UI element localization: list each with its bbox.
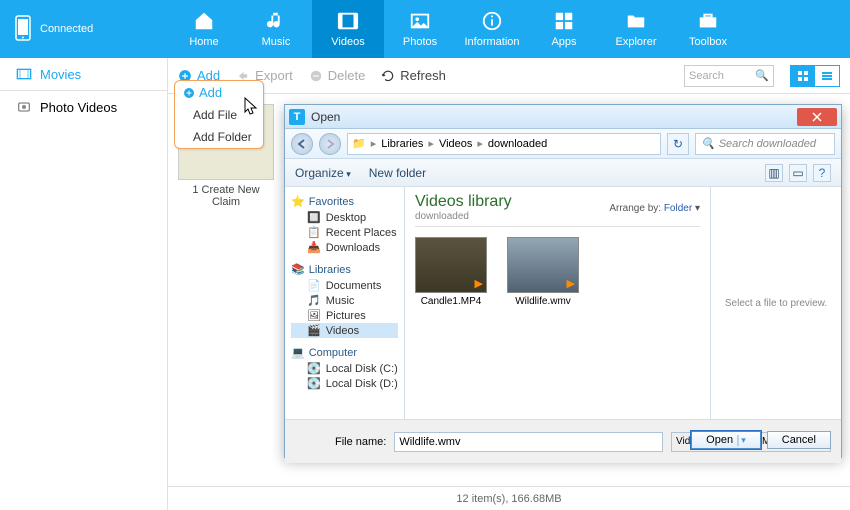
device-status: Connected (40, 23, 93, 35)
tree-desktop[interactable]: 🔲 Desktop (291, 210, 398, 225)
sidebar-item-movies[interactable]: Movies (0, 58, 167, 91)
thumbnail-caption: 1 Create New Claim (178, 184, 274, 208)
file-item[interactable]: Candle1.MP4 (415, 237, 487, 307)
close-button[interactable] (797, 108, 837, 126)
breadcrumb[interactable]: 📁▸ Libraries▸ Videos▸ downloaded (347, 133, 661, 155)
nav-home[interactable]: Home (168, 0, 240, 58)
preview-pane-button[interactable]: ▭ (789, 164, 807, 182)
libraries-header[interactable]: 📚 Libraries (291, 263, 398, 276)
nav-videos[interactable]: Videos (312, 0, 384, 58)
tree-music[interactable]: 🎵 Music (291, 293, 398, 308)
dialog-tree: ⭐ Favorites 🔲 Desktop 📋 Recent Places 📥 … (285, 187, 405, 419)
refresh-button[interactable]: Refresh (381, 68, 446, 83)
new-folder-button[interactable]: New folder (369, 166, 426, 180)
filename-label: File name: (335, 436, 386, 448)
file-name: Wildlife.wmv (507, 296, 579, 307)
status-bar: 12 item(s), 166.68MB (168, 486, 850, 510)
file-item[interactable]: Wildlife.wmv (507, 237, 579, 307)
view-grid-button[interactable] (791, 66, 815, 86)
refresh-button[interactable]: ↻ (667, 133, 689, 155)
dialog-title: Open (311, 110, 340, 124)
file-open-dialog: T Open 📁▸ Libraries▸ Videos▸ downloaded … (284, 104, 842, 458)
device-status-panel: Connected (0, 0, 168, 58)
search-input[interactable]: Search🔍 (684, 65, 774, 87)
add-folder-item[interactable]: Add Folder (175, 126, 263, 148)
back-button[interactable] (291, 133, 313, 155)
tree-disk-d[interactable]: 💽 Local Disk (D:) (291, 376, 398, 391)
tree-disk-c[interactable]: 💽 Local Disk (C:) (291, 361, 398, 376)
cursor-icon (244, 97, 258, 115)
action-toolbar: Add Export Delete Refresh Search🔍 (168, 58, 850, 94)
nav-information[interactable]: Information (456, 0, 528, 58)
dialog-title-bar: T Open (285, 105, 841, 129)
tree-recent[interactable]: 📋 Recent Places (291, 225, 398, 240)
tree-pictures[interactable]: 🖼 Pictures (291, 308, 398, 323)
view-options-button[interactable]: ▥ (765, 164, 783, 182)
open-button[interactable]: Open (691, 431, 761, 449)
view-list-button[interactable] (815, 66, 839, 86)
computer-header[interactable]: 💻 Computer (291, 346, 398, 359)
preview-pane: Select a file to preview. (711, 187, 841, 419)
app-icon: T (289, 109, 305, 125)
nav-music[interactable]: Music (240, 0, 312, 58)
forward-button[interactable] (319, 133, 341, 155)
tree-videos[interactable]: 🎬 Videos (291, 323, 398, 338)
folder-icon: 📁 (352, 137, 366, 150)
phone-icon (14, 15, 32, 44)
sidebar-item-photo-videos[interactable]: Photo Videos (0, 91, 167, 123)
sidebar-label: Movies (40, 67, 81, 82)
nav-photos[interactable]: Photos (384, 0, 456, 58)
filename-input[interactable] (394, 432, 663, 452)
delete-button[interactable]: Delete (309, 68, 366, 83)
sidebar-label: Photo Videos (40, 100, 117, 115)
dialog-search-input[interactable]: 🔍Search downloaded (695, 133, 835, 155)
search-icon: 🔍 (755, 69, 769, 82)
dialog-toolbar: Organize New folder ▥ ▭ ? (285, 159, 841, 187)
nav-apps[interactable]: Apps (528, 0, 600, 58)
file-name: Candle1.MP4 (415, 296, 487, 307)
tree-documents[interactable]: 📄 Documents (291, 278, 398, 293)
view-toggle (790, 65, 840, 87)
top-navigation: Connected Home Music Videos Photos Infor… (0, 0, 850, 58)
tree-downloads[interactable]: 📥 Downloads (291, 240, 398, 255)
organize-menu[interactable]: Organize (295, 166, 351, 180)
search-icon: 🔍 (701, 137, 715, 150)
main-nav: Home Music Videos Photos Information App… (168, 0, 744, 58)
favorites-header[interactable]: ⭐ Favorites (291, 195, 398, 208)
arrange-by[interactable]: Arrange by: Folder ▾ (609, 203, 700, 214)
help-button[interactable]: ? (813, 164, 831, 182)
nav-explorer[interactable]: Explorer (600, 0, 672, 58)
nav-toolbox[interactable]: Toolbox (672, 0, 744, 58)
file-list-pane: Videos library downloaded Arrange by: Fo… (405, 187, 711, 419)
cancel-button[interactable]: Cancel (767, 431, 831, 449)
dialog-nav: 📁▸ Libraries▸ Videos▸ downloaded ↻ 🔍Sear… (285, 129, 841, 159)
sidebar: Movies Photo Videos (0, 58, 168, 510)
